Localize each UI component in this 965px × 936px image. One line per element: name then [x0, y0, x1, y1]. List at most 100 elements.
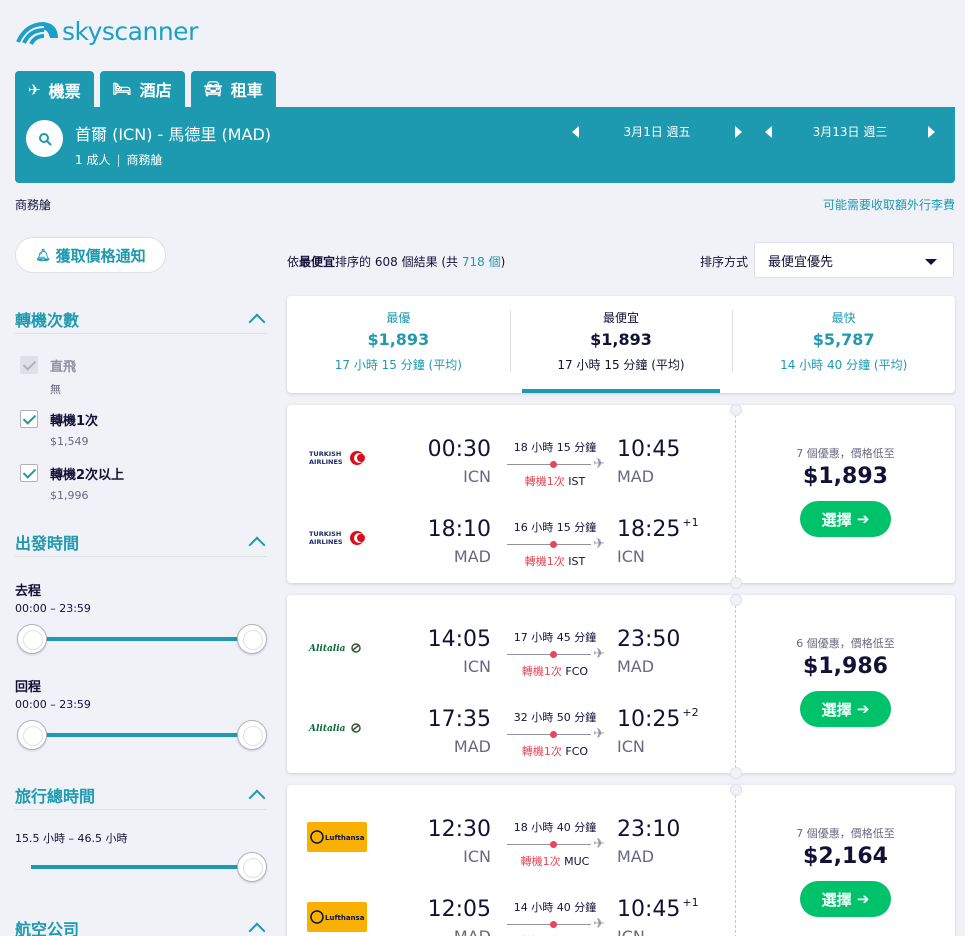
- option-name: 轉機2次以上: [50, 468, 125, 483]
- slider-handle-min[interactable]: [17, 624, 47, 654]
- tab-label: 機票: [48, 82, 81, 101]
- tab-fastest[interactable]: 最快 $5,787 14 小時 40 分鐘 (平均): [732, 296, 955, 393]
- checkbox-two-plus-stops[interactable]: [20, 464, 38, 482]
- plane-icon: ✈: [593, 836, 605, 852]
- select-button[interactable]: 選擇 ➔: [800, 691, 891, 727]
- filter-heading: 旅行總時間: [15, 787, 96, 806]
- arrive-airport: ICN: [617, 927, 645, 936]
- depart-airport: ICN: [463, 847, 491, 866]
- slider-handle-min[interactable]: [17, 720, 47, 750]
- next-day-arrow-icon[interactable]: [735, 125, 742, 138]
- results-suffix: ): [500, 255, 506, 269]
- return-date[interactable]: 3月13日 週三: [772, 123, 928, 140]
- select-button[interactable]: 選擇 ➔: [800, 501, 891, 537]
- stops-option-two-plus[interactable]: 轉機2次以上 $1,996: [20, 464, 124, 502]
- alitalia-logo-icon: Alitalia: [308, 723, 361, 734]
- stop-airport: FCO: [565, 665, 589, 678]
- chevron-up-icon: [248, 922, 266, 936]
- stops-option-direct: 直飛 無: [20, 356, 76, 397]
- slider-handle-max[interactable]: [237, 624, 267, 654]
- depart-time: 12:30: [427, 817, 491, 842]
- depart-airport: MAD: [453, 737, 491, 756]
- ticket-notch: [730, 577, 742, 589]
- turkish-airlines-logo-icon: TURKISHAIRLINES: [309, 450, 365, 466]
- summary-duration: 17 小時 15 分鐘 (平均): [334, 358, 462, 372]
- slider-handle-max[interactable]: [237, 720, 267, 750]
- deal-price: $2,164: [803, 844, 888, 869]
- skyscanner-logo[interactable]: skyscanner: [14, 16, 198, 46]
- sort-summary-tabs: 最優 $1,893 17 小時 15 分鐘 (平均) 最便宜 $1,893 17…: [287, 296, 955, 393]
- tab-flights[interactable]: ✈ 機票: [15, 71, 94, 109]
- option-price: $1,996: [50, 489, 89, 502]
- plane-icon: ✈: [593, 456, 605, 472]
- route-line: ✈: [505, 646, 605, 662]
- flight-leg: Alitalia 14:05 ICN 17 小時 45 分鐘 ✈ 轉機1次 FC…: [287, 607, 735, 687]
- route-line: ✈: [505, 456, 605, 472]
- turkish-airlines-logo-icon: TURKISHAIRLINES: [309, 530, 365, 546]
- route-text[interactable]: 首爾 (ICN) - 馬德里 (MAD): [75, 121, 271, 145]
- passenger-cabin-text: 1 成人 | 商務艙: [75, 153, 163, 167]
- slider-handle-max[interactable]: [237, 852, 267, 882]
- stops-filter-header[interactable]: 轉機次數: [15, 307, 267, 331]
- sort-select[interactable]: 最便宜優先: [754, 242, 954, 278]
- leg-duration: 17 小時 45 分鐘: [513, 631, 597, 644]
- stops-option-one[interactable]: 轉機1次 $1,549: [20, 410, 98, 448]
- brand-name: skyscanner: [62, 16, 198, 46]
- outbound-time-label: 去程: [15, 584, 42, 599]
- arrive-airport: MAD: [617, 467, 655, 486]
- stop-airport: IST: [568, 555, 586, 568]
- return-date-picker: 3月13日 週三: [765, 123, 935, 140]
- leg-details: 18 小時 15 分鐘 ✈ 轉機1次 IST: [505, 439, 605, 489]
- results-count: 依最便宜排序的 608 個結果 (共 718 個): [287, 253, 505, 270]
- plane-icon: ✈: [593, 726, 605, 742]
- flight-card[interactable]: Lufthansa 12:30 ICN 18 小時 40 分鐘 ✈ 轉機1次 M…: [287, 785, 955, 936]
- leg-duration: 18 小時 15 分鐘: [513, 441, 597, 454]
- next-day-arrow-icon[interactable]: [928, 125, 935, 138]
- day-offset: +2: [682, 706, 699, 719]
- results-middle: 排序的 608 個結果 (共: [335, 255, 462, 269]
- airlines-filter-header[interactable]: 航空公司: [15, 916, 267, 936]
- duration-filter-header[interactable]: 旅行總時間: [15, 783, 267, 807]
- ticket-notch: [730, 784, 742, 796]
- flight-card[interactable]: TURKISH AIRLINES 00:30 ICN 18 小時 15 分鐘 ✈ …: [287, 405, 955, 583]
- baggage-fees-link[interactable]: 可能需要收取額外行李費: [823, 196, 955, 213]
- outbound-time-slider: [15, 624, 267, 654]
- departure-filter-header[interactable]: 出發時間: [15, 530, 267, 554]
- tab-cars[interactable]: 🚘︎ 租車: [190, 71, 276, 107]
- summary-price: $5,787: [812, 330, 875, 349]
- arrive-airport: MAD: [617, 847, 655, 866]
- tab-best[interactable]: 最優 $1,893 17 小時 15 分鐘 (平均): [287, 296, 510, 393]
- outbound-date[interactable]: 3月1日 週五: [579, 123, 735, 140]
- stop-dot-icon: [550, 651, 557, 658]
- plane-icon: ✈: [593, 916, 605, 932]
- deal-price: $1,986: [803, 654, 888, 679]
- price-alert-button[interactable]: 🔔︎ 獲取價格通知: [15, 237, 166, 273]
- stop-dot-icon: [550, 461, 557, 468]
- arrive-time: 23:10: [617, 817, 682, 842]
- prev-day-arrow-icon[interactable]: [765, 125, 772, 138]
- summary-duration: 14 小時 40 分鐘 (平均): [780, 358, 908, 372]
- depart-time: 12:05: [427, 897, 491, 922]
- filter-heading: 航空公司: [15, 920, 80, 936]
- lufthansa-logo-icon: Lufthansa: [307, 902, 367, 932]
- tab-cheapest[interactable]: 最便宜 $1,893 17 小時 15 分鐘 (平均): [509, 296, 733, 393]
- checkbox-one-stop[interactable]: [20, 410, 38, 428]
- tab-hotels[interactable]: 🛏︎ 酒店: [99, 71, 185, 107]
- flight-card[interactable]: Alitalia 14:05 ICN 17 小時 45 分鐘 ✈ 轉機1次 FC…: [287, 595, 955, 773]
- outbound-date-picker: 3月1日 週五: [572, 123, 742, 140]
- arrive-time: 10:45 +1: [617, 896, 699, 922]
- leg-details: 16 小時 15 分鐘 ✈ 轉機1次 IST: [505, 519, 605, 569]
- stop-airport: FCO: [565, 745, 589, 758]
- leg-details: 17 小時 45 分鐘 ✈ 轉機1次 FCO: [505, 629, 605, 679]
- leg-stops: 轉機1次 IST: [505, 473, 605, 489]
- car-icon: 🚘︎: [203, 80, 223, 98]
- select-button[interactable]: 選擇 ➔: [800, 881, 891, 917]
- flight-leg: TURKISH AIRLINES 00:30 ICN 18 小時 15 分鐘 ✈ …: [287, 417, 735, 497]
- results-total-link[interactable]: 718 個: [462, 255, 501, 269]
- cabin-class: 商務艙: [126, 153, 163, 167]
- edit-search-button[interactable]: [26, 120, 63, 157]
- prev-day-arrow-icon[interactable]: [572, 125, 579, 138]
- leg-details: 14 小時 40 分鐘 ✈ 轉機1次 MUC: [505, 899, 605, 936]
- stop-airport: IST: [568, 475, 586, 488]
- stop-count: 轉機1次: [521, 665, 562, 678]
